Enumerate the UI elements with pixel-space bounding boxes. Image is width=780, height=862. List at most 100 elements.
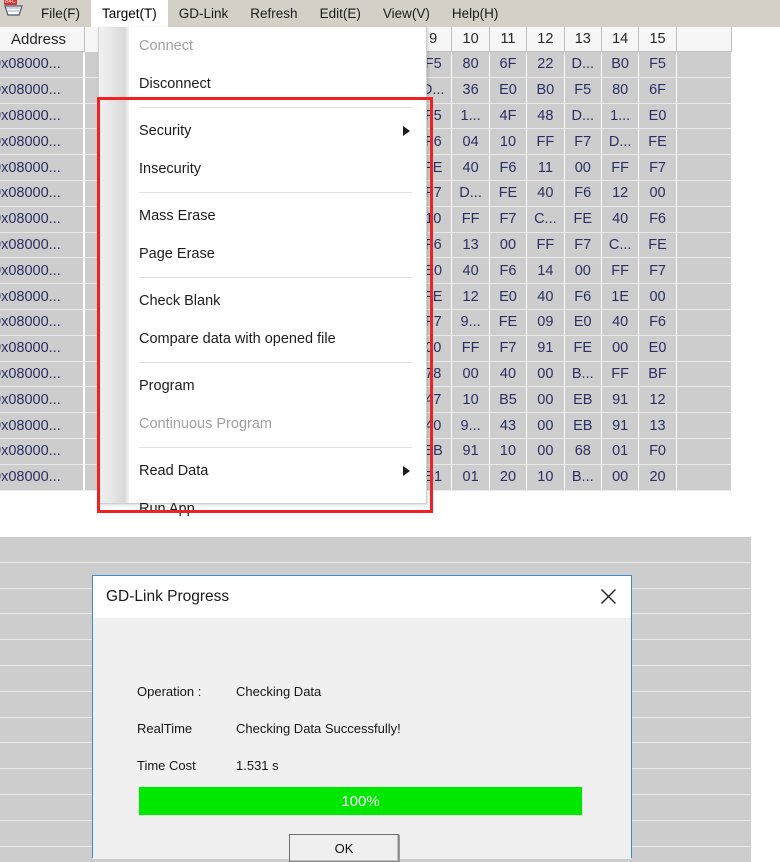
hex-row-address[interactable]: 0x08000... bbox=[0, 413, 85, 439]
hex-cell[interactable]: D... bbox=[564, 52, 602, 78]
hex-cell[interactable]: FE bbox=[564, 335, 602, 362]
hex-row-address[interactable]: 0x08000... bbox=[0, 387, 85, 414]
hex-cell[interactable]: 80 bbox=[601, 77, 640, 104]
hex-cell[interactable]: 13 bbox=[639, 413, 677, 439]
hex-cell[interactable]: 01 bbox=[601, 438, 640, 465]
hex-row-address[interactable]: 0x08000... bbox=[0, 180, 85, 207]
hex-row-address[interactable]: 0x08000... bbox=[0, 103, 85, 130]
menubar-item-file-f[interactable]: File(F) bbox=[30, 0, 91, 27]
menu-item-page-erase[interactable]: Page Erase bbox=[99, 235, 426, 273]
hex-cell[interactable]: 80 bbox=[452, 52, 490, 78]
hex-row-address[interactable]: 0x08000... bbox=[0, 309, 85, 336]
hex-cell[interactable]: 40 bbox=[527, 284, 565, 310]
menu-item-insecurity[interactable]: Insecurity bbox=[99, 150, 426, 188]
menu-item-disconnect[interactable]: Disconnect bbox=[99, 65, 426, 103]
hex-row-address[interactable]: 0x08000... bbox=[0, 464, 85, 491]
hex-cell[interactable]: 01 bbox=[452, 464, 490, 491]
hex-cell[interactable]: F5 bbox=[564, 77, 602, 104]
hex-cell[interactable]: F7 bbox=[564, 232, 602, 259]
hex-cell[interactable]: E0 bbox=[489, 77, 528, 104]
hex-cell[interactable]: 6F bbox=[489, 52, 528, 78]
hex-cell[interactable]: 40 bbox=[601, 309, 640, 336]
hex-cell[interactable]: 12 bbox=[601, 180, 640, 207]
hex-cell[interactable]: EB bbox=[564, 413, 602, 439]
hex-cell[interactable]: 1E bbox=[601, 284, 640, 310]
hex-row-address[interactable]: 0x08000... bbox=[0, 232, 85, 259]
hex-cell[interactable]: 04 bbox=[452, 129, 490, 156]
hex-cell[interactable]: E0 bbox=[639, 103, 677, 130]
close-icon[interactable] bbox=[591, 581, 625, 611]
hex-cell[interactable]: FE bbox=[639, 232, 677, 259]
hex-cell[interactable]: 48 bbox=[527, 103, 565, 130]
hex-cell[interactable]: F6 bbox=[639, 309, 677, 336]
hex-cell[interactable]: 09 bbox=[527, 309, 565, 336]
hex-cell[interactable]: F6 bbox=[564, 180, 602, 207]
hex-cell[interactable]: FE bbox=[564, 206, 602, 233]
menu-item-read-data[interactable]: Read Data bbox=[99, 452, 426, 490]
hex-cell[interactable]: D... bbox=[452, 180, 490, 207]
hex-cell[interactable]: F6 bbox=[639, 206, 677, 233]
hex-cell[interactable]: D... bbox=[601, 129, 640, 156]
hex-cell[interactable]: 00 bbox=[527, 387, 565, 414]
hex-cell[interactable]: 00 bbox=[639, 284, 677, 310]
menubar-item-edit-e[interactable]: Edit(E) bbox=[309, 0, 372, 27]
hex-cell[interactable]: BF bbox=[639, 361, 677, 388]
hex-cell[interactable]: E0 bbox=[489, 284, 528, 310]
hex-row-address[interactable]: 0x08000... bbox=[0, 206, 85, 233]
hex-cell[interactable]: 00 bbox=[564, 155, 602, 181]
hex-cell[interactable]: 36 bbox=[452, 77, 490, 104]
hex-cell[interactable]: 1... bbox=[601, 103, 640, 130]
hex-cell[interactable]: B0 bbox=[527, 77, 565, 104]
hex-row-address[interactable]: 0x08000... bbox=[0, 77, 85, 104]
hex-cell[interactable]: 00 bbox=[601, 335, 640, 362]
hex-cell[interactable]: E0 bbox=[564, 309, 602, 336]
hex-cell[interactable]: C... bbox=[601, 232, 640, 259]
hex-cell[interactable]: 91 bbox=[527, 335, 565, 362]
hex-cell[interactable]: 40 bbox=[452, 258, 490, 285]
hex-cell[interactable]: B... bbox=[564, 361, 602, 388]
menubar-item-target-t[interactable]: Target(T) bbox=[91, 0, 168, 27]
hex-grid-col-header[interactable]: 14 bbox=[601, 27, 640, 52]
hex-cell[interactable]: F7 bbox=[639, 155, 677, 181]
hex-cell[interactable]: 10 bbox=[452, 387, 490, 414]
hex-cell[interactable]: F7 bbox=[639, 258, 677, 285]
hex-cell[interactable]: F7 bbox=[564, 129, 602, 156]
hex-cell[interactable]: 00 bbox=[489, 232, 528, 259]
hex-cell[interactable]: 40 bbox=[601, 206, 640, 233]
hex-cell[interactable]: 00 bbox=[564, 258, 602, 285]
hex-cell[interactable]: FF bbox=[452, 335, 490, 362]
hex-cell[interactable]: FF bbox=[452, 206, 490, 233]
hex-cell[interactable]: FF bbox=[601, 155, 640, 181]
hex-grid-address-header[interactable]: Address bbox=[0, 27, 85, 52]
hex-row-address[interactable]: 0x08000... bbox=[0, 361, 85, 388]
hex-cell[interactable]: 40 bbox=[527, 180, 565, 207]
hex-cell[interactable]: 91 bbox=[452, 438, 490, 465]
hex-cell[interactable]: F7 bbox=[489, 335, 528, 362]
hex-cell[interactable]: 12 bbox=[452, 284, 490, 310]
menubar-item-help-h[interactable]: Help(H) bbox=[441, 0, 510, 27]
hex-cell[interactable]: 00 bbox=[527, 438, 565, 465]
hex-cell[interactable]: FF bbox=[601, 258, 640, 285]
menu-item-security[interactable]: Security bbox=[99, 112, 426, 150]
hex-cell[interactable]: EB bbox=[564, 387, 602, 414]
hex-cell[interactable]: 11 bbox=[527, 155, 565, 181]
menubar-item-refresh[interactable]: Refresh bbox=[239, 0, 308, 27]
hex-cell[interactable]: 1... bbox=[452, 103, 490, 130]
hex-cell[interactable]: 91 bbox=[601, 387, 640, 414]
hex-cell[interactable]: 9... bbox=[452, 309, 490, 336]
hex-cell[interactable]: 22 bbox=[527, 52, 565, 78]
hex-cell[interactable]: 40 bbox=[489, 361, 528, 388]
ok-button[interactable]: OK bbox=[289, 834, 399, 862]
hex-cell[interactable]: E0 bbox=[639, 335, 677, 362]
hex-cell[interactable]: 6F bbox=[639, 77, 677, 104]
hex-cell[interactable]: B5 bbox=[489, 387, 528, 414]
hex-cell[interactable]: FE bbox=[489, 309, 528, 336]
hex-cell[interactable]: 12 bbox=[639, 387, 677, 414]
menu-item-check-blank[interactable]: Check Blank bbox=[99, 282, 426, 320]
hex-cell[interactable]: D... bbox=[564, 103, 602, 130]
menu-item-compare-data-with-opened-file[interactable]: Compare data with opened file bbox=[99, 320, 426, 358]
hex-cell[interactable]: C... bbox=[527, 206, 565, 233]
hex-cell[interactable]: F7 bbox=[489, 206, 528, 233]
hex-grid-col-header[interactable]: 13 bbox=[564, 27, 602, 52]
hex-grid-col-header[interactable]: 10 bbox=[452, 27, 490, 52]
